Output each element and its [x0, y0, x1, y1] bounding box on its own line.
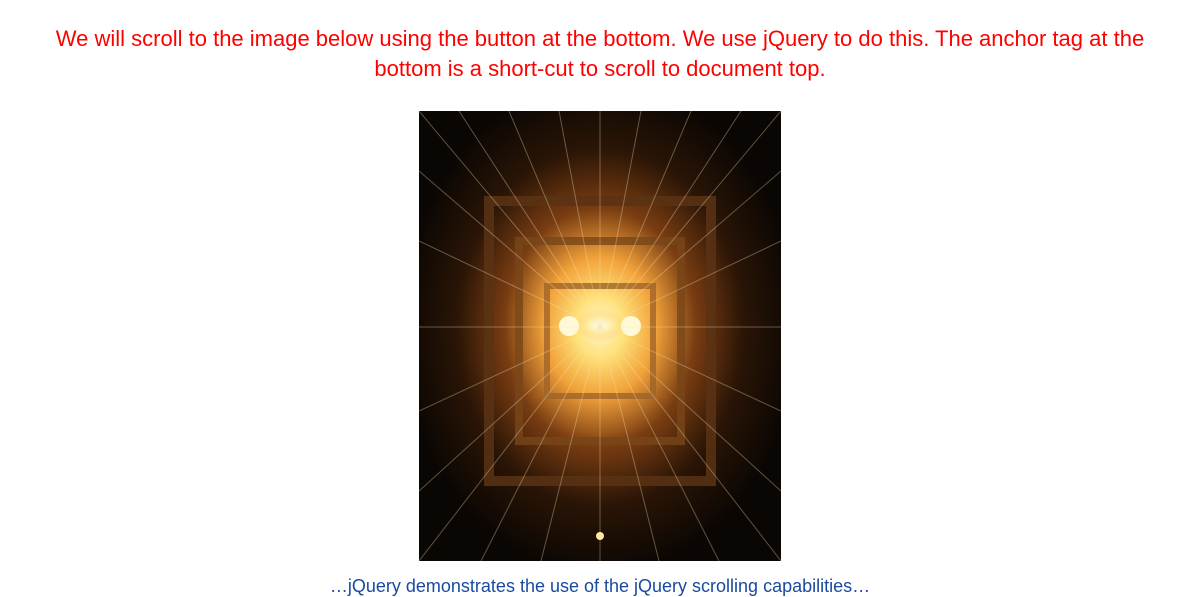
light-burst-image: [419, 111, 781, 561]
page-content: We will scroll to the image below using …: [0, 0, 1200, 597]
demo-image: [419, 111, 781, 561]
partial-lower-text: …jQuery demonstrates the use of the jQue…: [0, 576, 1200, 597]
intro-heading: We will scroll to the image below using …: [10, 24, 1190, 83]
